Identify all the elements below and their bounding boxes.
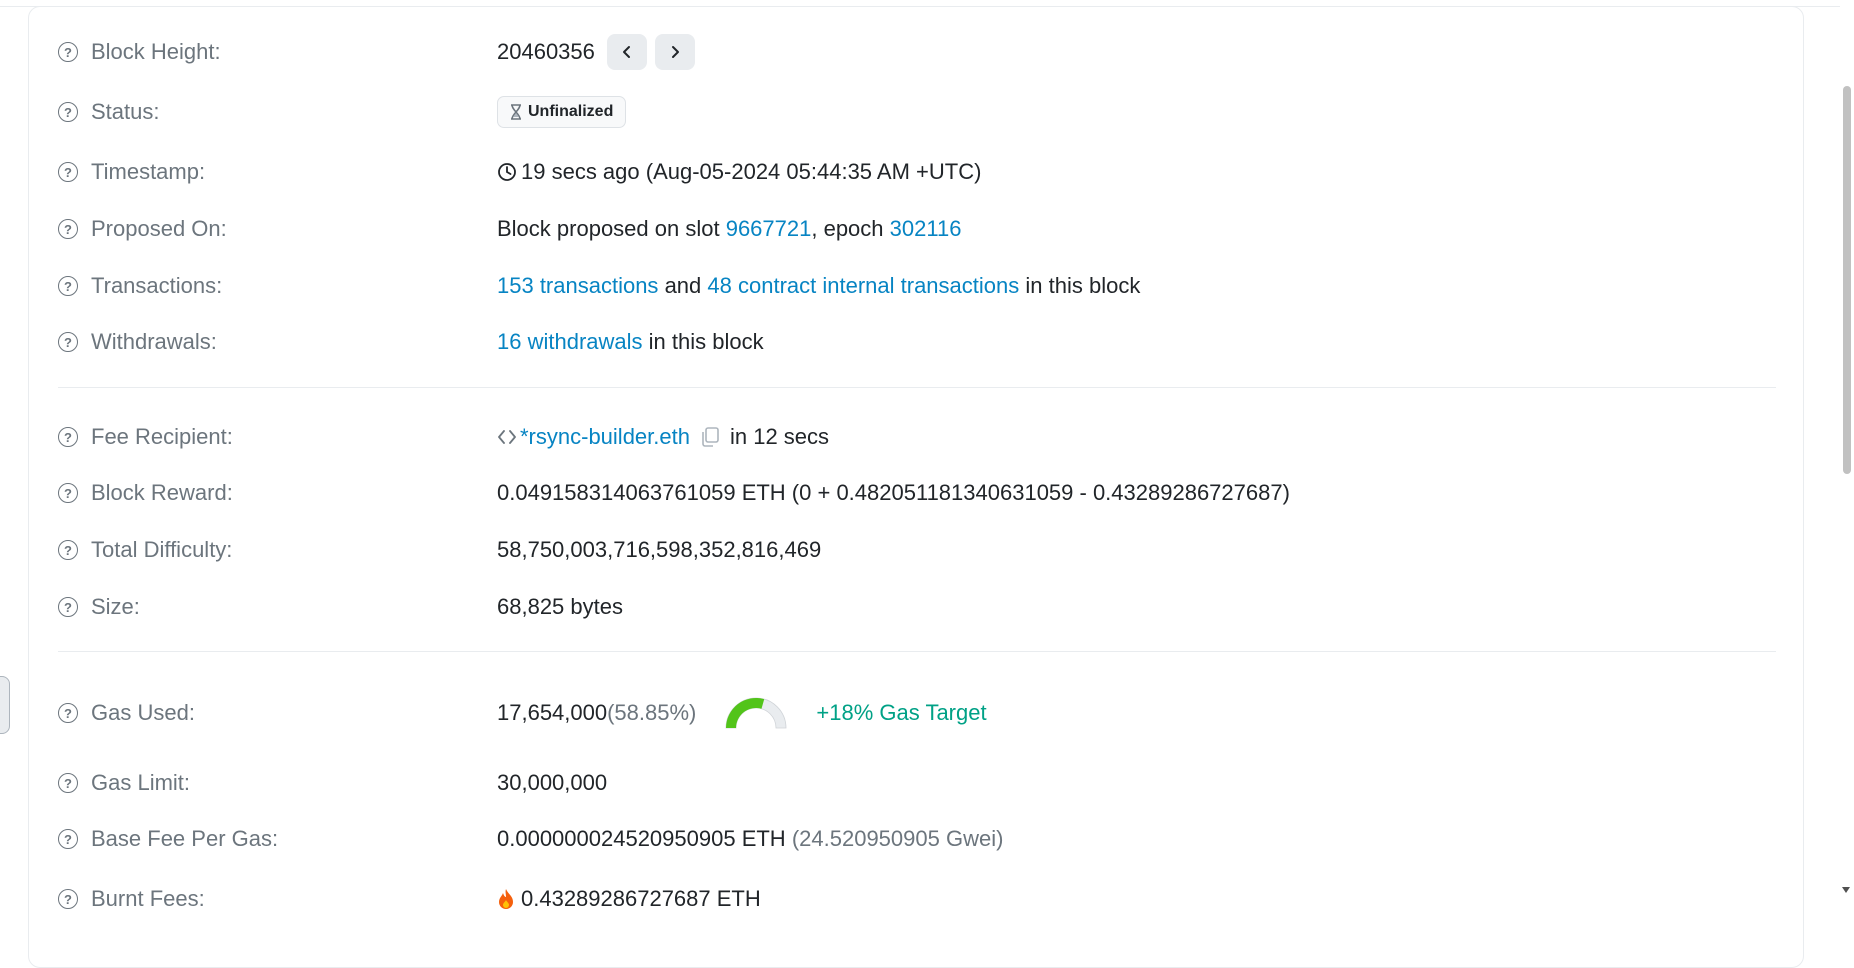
base-fee-value-group: 0.000000024520950905 ETH (24.520950905 G… [497,826,1003,852]
block-reward-value: 0.049158314063761059 ETH (0 + 0.48205118… [497,480,1290,505]
timestamp-label: Timestamp: [91,159,206,184]
burnt-fees-label: Burnt Fees: [91,886,205,911]
transactions-and: and [664,273,702,298]
row-withdrawals: ? Withdrawals: 16 withdrawals in this bl… [29,322,1803,362]
total-difficulty-label: Total Difficulty: [91,537,233,562]
slot-link[interactable]: 9667721 [726,216,812,242]
row-block-reward: ? Block Reward: 0.049158314063761059 ETH… [29,473,1803,513]
help-circle-icon[interactable]: ? [58,483,78,503]
block-reward-label: Block Reward: [91,480,233,505]
fee-recipient-suffix: in 12 secs [729,424,830,449]
transactions-value-group: 153 transactions and 48 contract interna… [497,273,1140,299]
section-divider [58,387,1776,388]
transactions-suffix: in this block [1025,273,1141,298]
status-value-group: Unfinalized [497,96,627,128]
fee-recipient-value-group: *rsync-builder.eth in 12 secs [497,424,829,450]
help-circle-icon[interactable]: ? [58,276,78,296]
next-block-button[interactable] [654,34,695,70]
scrollbar-thumb[interactable] [1843,86,1851,474]
scrollbar[interactable] [1840,0,1854,899]
proposed-middle: , epoch [811,216,884,241]
prev-block-button[interactable] [606,34,647,70]
help-circle-icon[interactable]: ? [58,703,78,723]
withdrawals-value-group: 16 withdrawals in this block [497,329,764,355]
gas-limit-label: Gas Limit: [91,770,191,795]
withdrawals-suffix: in this block [648,329,764,354]
help-circle-icon[interactable]: ? [58,42,78,62]
burnt-fees-value: 0.43289286727687 ETH [521,886,761,911]
chevron-left-icon [622,46,630,58]
fee-recipient-link[interactable]: *rsync-builder.eth [520,424,690,450]
total-difficulty-value: 58,750,003,716,598,352,816,469 [497,537,822,562]
row-status: ? Status: Unfinalized [29,92,1803,132]
gas-limit-value: 30,000,000 [497,770,608,795]
scroll-down-arrow-icon[interactable] [1842,887,1850,893]
side-panel-tab[interactable] [0,676,10,734]
help-circle-icon[interactable]: ? [58,219,78,239]
block-height-value-group: 20460356 [497,34,695,70]
timestamp-value-group: 19 secs ago (Aug-05-2024 05:44:35 AM +UT… [497,159,981,185]
base-fee-value: 0.000000024520950905 ETH [497,826,786,851]
status-badge: Unfinalized [497,96,627,128]
help-circle-icon[interactable]: ? [58,162,78,182]
transactions-label: Transactions: [91,273,223,298]
copy-icon[interactable] [700,426,720,448]
size-label: Size: [91,594,140,619]
internal-transactions-link[interactable]: 48 contract internal transactions [707,273,1019,299]
gas-target: +18% Gas Target [816,700,987,725]
flame-icon [499,889,513,909]
status-text: Unfinalized [528,103,614,120]
row-base-fee: ? Base Fee Per Gas: 0.000000024520950905… [29,819,1803,859]
row-fee-recipient: ? Fee Recipient: *rsync-builder.eth in 1… [29,417,1803,457]
row-block-height: ? Block Height: 20460356 [29,32,1803,72]
help-circle-icon[interactable]: ? [58,540,78,560]
row-total-difficulty: ? Total Difficulty: 58,750,003,716,598,3… [29,530,1803,570]
help-circle-icon[interactable]: ? [58,597,78,617]
row-gas-limit: ? Gas Limit: 30,000,000 [29,763,1803,803]
status-label: Status: [91,99,160,124]
timestamp-value: 19 secs ago (Aug-05-2024 05:44:35 AM +UT… [521,159,982,184]
section-divider [58,651,1776,652]
help-circle-icon[interactable]: ? [58,889,78,909]
epoch-link[interactable]: 302116 [890,216,962,242]
block-overview-card: ? Block Height: 20460356 ? Status: Unfin… [28,6,1804,968]
block-height-label: Block Height: [91,39,221,64]
gas-used-value: 17,654,000 [497,700,608,725]
row-size: ? Size: 68,825 bytes [29,587,1803,627]
row-burnt-fees: ? Burnt Fees: 0.43289286727687 ETH [29,879,1803,919]
proposed-on-value-group: Block proposed on slot 9667721, epoch 30… [497,216,961,242]
size-value: 68,825 bytes [497,594,623,619]
gauge-fill [726,698,765,728]
burnt-fees-value-group: 0.43289286727687 ETH [497,886,761,912]
gas-used-value-group: 17,654,000 (58.85%) +18% Gas Target [497,696,987,730]
clock-icon [498,163,516,181]
base-fee-label: Base Fee Per Gas: [91,826,279,851]
row-transactions: ? Transactions: 153 transactions and 48 … [29,266,1803,306]
transactions-link[interactable]: 153 transactions [497,273,658,299]
row-gas-used: ? Gas Used: 17,654,000 (58.85%) +18% Gas … [29,693,1803,733]
base-fee-gwei: (24.520950905 Gwei) [791,826,1004,851]
help-circle-icon[interactable]: ? [58,102,78,122]
code-icon [498,430,516,444]
block-height-value: 20460356 [497,39,595,64]
help-circle-icon[interactable]: ? [58,829,78,849]
withdrawals-label: Withdrawals: [91,329,217,354]
help-circle-icon[interactable]: ? [58,773,78,793]
gas-used-gauge [725,697,787,729]
row-timestamp: ? Timestamp: 19 secs ago (Aug-05-2024 05… [29,152,1803,192]
gas-used-percent: (58.85%) [607,700,697,725]
gas-used-label: Gas Used: [91,700,195,725]
help-circle-icon[interactable]: ? [58,427,78,447]
chevron-right-icon [671,46,679,58]
fee-recipient-label: Fee Recipient: [91,424,233,449]
withdrawals-link[interactable]: 16 withdrawals [497,329,643,355]
row-proposed-on: ? Proposed On: Block proposed on slot 96… [29,209,1803,249]
hourglass-icon [511,104,521,120]
proposed-on-label: Proposed On: [91,216,227,241]
help-circle-icon[interactable]: ? [58,332,78,352]
proposed-prefix: Block proposed on slot [497,216,720,241]
